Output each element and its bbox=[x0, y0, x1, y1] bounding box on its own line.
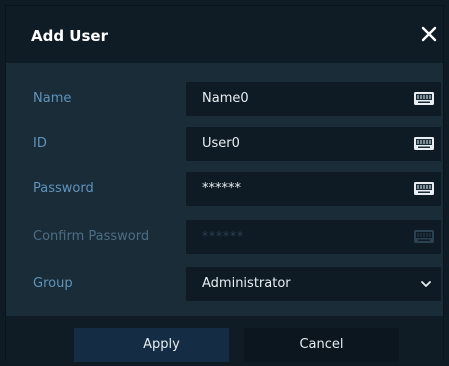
confirm-password-label: Confirm Password bbox=[33, 229, 150, 244]
id-field[interactable]: User0 bbox=[186, 127, 441, 161]
cancel-button[interactable]: Cancel bbox=[244, 328, 399, 362]
keyboard-icon bbox=[414, 230, 434, 243]
group-select[interactable]: Administrator bbox=[186, 267, 441, 301]
name-row: Name Name0 bbox=[6, 82, 443, 116]
password-label: Password bbox=[33, 181, 94, 196]
name-label: Name bbox=[33, 91, 72, 106]
confirm-password-field: ****** bbox=[186, 220, 441, 254]
title-bar: Add User bbox=[6, 6, 443, 63]
group-value: Administrator bbox=[202, 276, 291, 291]
keyboard-icon[interactable] bbox=[414, 182, 434, 195]
name-value: Name0 bbox=[202, 91, 249, 106]
dialog-footer: Apply Cancel bbox=[6, 316, 443, 362]
confirm-password-value: ****** bbox=[202, 229, 244, 243]
dialog-title: Add User bbox=[31, 27, 108, 45]
apply-button[interactable]: Apply bbox=[74, 328, 229, 362]
password-value: ****** bbox=[202, 181, 241, 196]
id-value: User0 bbox=[202, 136, 240, 151]
password-field[interactable]: ****** bbox=[186, 172, 441, 206]
keyboard-icon[interactable] bbox=[414, 137, 434, 150]
confirm-password-row: Confirm Password ****** bbox=[6, 220, 443, 254]
name-field[interactable]: Name0 bbox=[186, 82, 441, 116]
id-row: ID User0 bbox=[6, 127, 443, 161]
group-label: Group bbox=[33, 276, 73, 291]
password-row: Password ****** bbox=[6, 172, 443, 206]
chevron-down-icon bbox=[421, 281, 431, 287]
add-user-dialog: Add User Name Name0 ID User0 Password **… bbox=[5, 5, 444, 362]
close-icon[interactable] bbox=[417, 22, 441, 46]
id-label: ID bbox=[33, 136, 47, 151]
keyboard-icon[interactable] bbox=[414, 92, 434, 105]
group-row: Group Administrator bbox=[6, 267, 443, 301]
